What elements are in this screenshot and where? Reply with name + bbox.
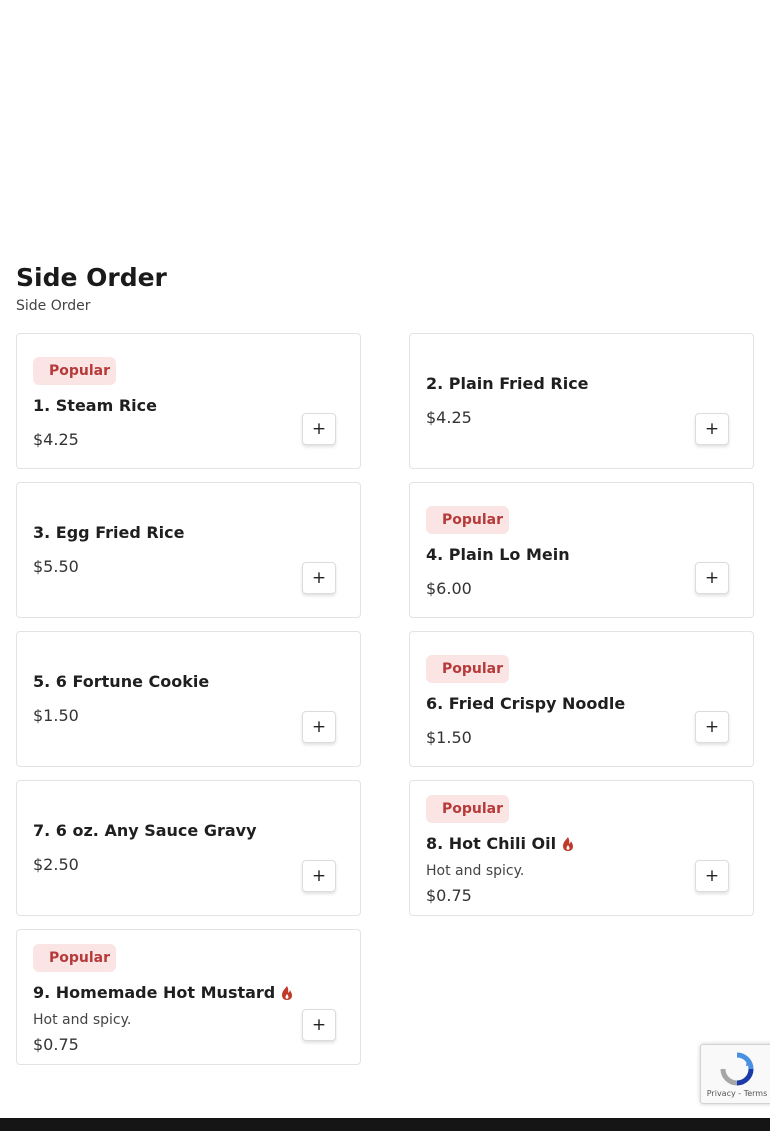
plus-icon: +	[704, 568, 720, 588]
item-name-row: 3. Egg Fried Rice	[33, 523, 300, 543]
menu-item-card[interactable]: 3. Egg Fried Rice $5.50 +	[16, 482, 361, 618]
menu-item-content: Popular 9. Homemade Hot Mustard Hot and sp…	[33, 930, 300, 1064]
menu-item-content: Popular 8. Hot Chili Oil Hot and spicy. $0.…	[426, 781, 693, 915]
popular-badge-label: Popular	[442, 511, 504, 528]
item-price: $1.50	[33, 706, 79, 725]
item-name: 5. 6 Fortune Cookie	[33, 672, 210, 691]
popular-badge-label: Popular	[49, 362, 111, 379]
add-to-cart-button[interactable]: +	[695, 711, 729, 743]
item-name: 8. Hot Chili Oil	[426, 833, 557, 853]
add-to-cart-button[interactable]: +	[302, 860, 336, 892]
item-name: 1. Steam Rice	[33, 395, 157, 415]
item-name-row: 5. 6 Fortune Cookie	[33, 672, 300, 692]
menu-item-content: Popular 4. Plain Lo Mein $6.00	[426, 483, 693, 617]
item-name: 6. Fried Crispy Noodle	[426, 693, 626, 713]
popular-badge: Popular	[33, 943, 117, 972]
menu-item-content: 2. Plain Fried Rice $4.25	[426, 334, 693, 468]
add-to-cart-button[interactable]: +	[695, 562, 729, 594]
plus-icon: +	[311, 1015, 327, 1035]
item-name-row: 6. Fried Crispy Noodle	[426, 694, 693, 714]
add-to-cart-button[interactable]: +	[695, 860, 729, 892]
menu-item-card[interactable]: Popular 8. Hot Chili Oil Hot and spicy. $0.…	[409, 780, 754, 916]
recaptcha-links[interactable]: Privacy - Terms	[707, 1089, 768, 1098]
item-price: $5.50	[33, 557, 79, 576]
item-price: $0.75	[33, 1034, 79, 1054]
menu-item-card[interactable]: Popular 1. Steam Rice $4.25 +	[16, 333, 361, 469]
item-description: Hot and spicy.	[426, 862, 525, 879]
menu-item-content: 5. 6 Fortune Cookie $1.50	[33, 632, 300, 766]
popular-badge: Popular	[426, 654, 510, 683]
menu-item-content: 7. 6 oz. Any Sauce Gravy $2.50	[33, 781, 300, 915]
item-name-row: 8. Hot Chili Oil	[426, 834, 693, 854]
plus-icon: +	[704, 419, 720, 439]
item-price: $0.75	[426, 885, 472, 905]
menu-item-card[interactable]: 5. 6 Fortune Cookie $1.50 +	[16, 631, 361, 767]
plus-icon: +	[311, 568, 327, 588]
popular-badge-label: Popular	[442, 660, 504, 677]
item-name: 7. 6 oz. Any Sauce Gravy	[33, 821, 257, 840]
item-price: $4.25	[426, 408, 472, 427]
chili-pepper-icon	[282, 985, 293, 1000]
popular-badge-label: Popular	[49, 949, 111, 966]
item-name-row: 7. 6 oz. Any Sauce Gravy	[33, 821, 300, 841]
recaptcha-badge[interactable]: Privacy - Terms	[700, 1044, 770, 1104]
popular-badge: Popular	[33, 356, 117, 385]
plus-icon: +	[704, 866, 720, 886]
plus-icon: +	[311, 717, 327, 737]
chili-pepper-icon	[563, 836, 574, 851]
menu-item-content: Popular 6. Fried Crispy Noodle $1.50	[426, 632, 693, 766]
plus-icon: +	[704, 717, 720, 737]
item-name: 4. Plain Lo Mein	[426, 544, 570, 564]
menu-item-card[interactable]: Popular 6. Fried Crispy Noodle $1.50 +	[409, 631, 754, 767]
item-name-row: 2. Plain Fried Rice	[426, 374, 693, 394]
item-name: 2. Plain Fried Rice	[426, 374, 589, 393]
item-price: $6.00	[426, 578, 472, 598]
add-to-cart-button[interactable]: +	[302, 711, 336, 743]
menu-item-content: 3. Egg Fried Rice $5.50	[33, 483, 300, 617]
section-subtitle: Side Order	[16, 298, 91, 314]
popular-badge: Popular	[426, 794, 510, 823]
plus-icon: +	[311, 419, 327, 439]
menu-item-card[interactable]: 7. 6 oz. Any Sauce Gravy $2.50 +	[16, 780, 361, 916]
footer-bar	[0, 1118, 770, 1131]
menu-item-card[interactable]: Popular 4. Plain Lo Mein $6.00 +	[409, 482, 754, 618]
item-name: 9. Homemade Hot Mustard	[33, 982, 276, 1002]
add-to-cart-button[interactable]: +	[302, 562, 336, 594]
recaptcha-icon	[720, 1052, 754, 1086]
item-name-row: 1. Steam Rice	[33, 396, 300, 416]
add-to-cart-button[interactable]: +	[302, 413, 336, 445]
menu-item-content: Popular 1. Steam Rice $4.25	[33, 334, 300, 468]
plus-icon: +	[311, 866, 327, 886]
section-title: Side Order	[16, 263, 167, 292]
item-name-row: 4. Plain Lo Mein	[426, 545, 693, 565]
item-price: $1.50	[426, 727, 472, 747]
item-price: $4.25	[33, 429, 79, 449]
popular-badge-label: Popular	[442, 800, 504, 817]
add-to-cart-button[interactable]: +	[302, 1009, 336, 1041]
item-name: 3. Egg Fried Rice	[33, 523, 185, 542]
menu-item-card[interactable]: Popular 9. Homemade Hot Mustard Hot and sp…	[16, 929, 361, 1065]
item-price: $2.50	[33, 855, 79, 874]
popular-badge: Popular	[426, 505, 510, 534]
menu-items-grid: Popular 1. Steam Rice $4.25 +2. Plain Fried…	[16, 333, 754, 1065]
item-description: Hot and spicy.	[33, 1011, 132, 1028]
menu-item-card[interactable]: 2. Plain Fried Rice $4.25 +	[409, 333, 754, 469]
item-name-row: 9. Homemade Hot Mustard	[33, 983, 300, 1003]
add-to-cart-button[interactable]: +	[695, 413, 729, 445]
